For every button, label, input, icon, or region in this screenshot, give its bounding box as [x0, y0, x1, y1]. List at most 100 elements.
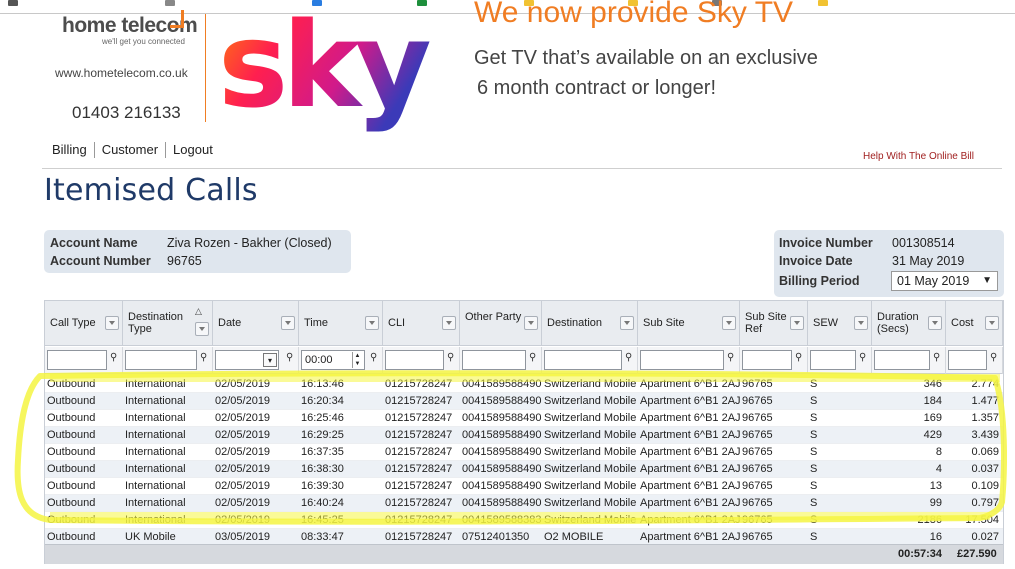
help-link[interactable]: Help With The Online Bill	[863, 151, 974, 162]
filter-icon[interactable]: ⚲	[933, 352, 940, 363]
nav-billing[interactable]: Billing	[45, 142, 95, 158]
cell-call-type: Outbound	[47, 514, 96, 526]
filter-input-cli[interactable]	[385, 350, 444, 370]
filter-input-sew[interactable]	[810, 350, 856, 370]
cell-sub-site-ref: 96765	[742, 412, 773, 424]
column-header-call-type[interactable]: Call Type	[45, 301, 123, 346]
bookmark-icon[interactable]	[312, 0, 322, 6]
table-row[interactable]: Outbound International 02/05/2019 16:37:35 0…	[45, 444, 1003, 461]
cell-duration: 8	[935, 446, 942, 458]
time-spinner-icon[interactable]: ▲ ▼	[352, 352, 362, 368]
column-header-sub-site[interactable]: Sub Site	[638, 301, 740, 346]
column-header-sub-site-ref[interactable]: Sub Site Ref	[740, 301, 808, 346]
column-header-other-party[interactable]: Other Party	[460, 301, 542, 346]
invoice-date-label: Invoice Date	[779, 254, 853, 268]
column-header-cost[interactable]: Cost	[946, 301, 1003, 346]
table-row[interactable]: Outbound International 02/05/2019 16:25:46 0…	[45, 410, 1003, 427]
column-menu-icon[interactable]	[985, 316, 999, 330]
filter-input-call-type[interactable]	[47, 350, 107, 370]
filter-icon[interactable]: ⚲	[110, 352, 117, 363]
filter-icon[interactable]: ⚲	[529, 352, 536, 363]
column-header-time[interactable]: Time	[299, 301, 383, 346]
filter-icon[interactable]: ⚲	[286, 352, 293, 363]
cell-time: 16:39:30	[301, 480, 344, 492]
column-menu-icon[interactable]	[195, 322, 209, 336]
cell-sub-site-ref: 96765	[742, 378, 773, 390]
filter-input-duration[interactable]	[874, 350, 930, 370]
filter-input-destination-type[interactable]	[125, 350, 197, 370]
itemised-calls-grid: Call Type Destination Type △ Date Time CLI Oth…	[44, 300, 1004, 564]
cell-cli: 01215728247	[385, 446, 453, 458]
chevron-down-icon: ▼	[982, 275, 992, 286]
filter-input-time[interactable]: 00:00 ▲ ▼	[301, 350, 365, 370]
filter-icon[interactable]: ⚲	[727, 352, 734, 363]
column-menu-icon[interactable]	[524, 316, 538, 330]
cell-cost: 0.109	[971, 480, 999, 492]
cell-sew: S	[810, 463, 818, 475]
promo-line-2: 6 month contract or longer!	[477, 77, 717, 99]
filter-input-date[interactable]: ▾	[215, 350, 279, 370]
filter-icon[interactable]: ⚲	[447, 352, 454, 363]
cell-destination-type: International	[125, 395, 186, 407]
column-menu-icon[interactable]	[442, 316, 456, 330]
column-menu-icon[interactable]	[928, 316, 942, 330]
table-row[interactable]: Outbound International 02/05/2019 16:39:30 0…	[45, 478, 1003, 495]
date-picker-icon[interactable]: ▾	[263, 353, 277, 367]
cell-sew: S	[810, 514, 818, 526]
column-menu-icon[interactable]	[620, 316, 634, 330]
cell-other-party: 0041589588490	[462, 497, 542, 509]
filter-input-other-party[interactable]	[462, 350, 526, 370]
bookmark-icon[interactable]	[417, 0, 427, 6]
brand-phone: 01403 216133	[72, 103, 181, 122]
column-menu-icon[interactable]	[854, 316, 868, 330]
nav-logout[interactable]: Logout	[166, 142, 220, 158]
filter-input-destination[interactable]	[544, 350, 622, 370]
table-row[interactable]: Outbound International 02/05/2019 16:29:25 0…	[45, 427, 1003, 444]
table-row[interactable]: Outbound International 02/05/2019 16:45:25 0…	[45, 512, 1003, 529]
column-header-sew[interactable]: SEW	[808, 301, 872, 346]
column-header-cli[interactable]: CLI	[383, 301, 460, 346]
cell-time: 16:38:30	[301, 463, 344, 475]
bookmark-icon[interactable]	[8, 0, 18, 6]
column-header-duration[interactable]: Duration (Secs)	[872, 301, 946, 346]
cell-other-party: 0041589588490	[462, 480, 542, 492]
filter-cell-destination: ⚲	[542, 347, 638, 374]
column-header-date[interactable]: Date	[213, 301, 299, 346]
filter-input-sub-site[interactable]	[640, 350, 724, 370]
filter-icon[interactable]: ⚲	[990, 352, 997, 363]
sort-ascending-icon[interactable]: △	[195, 306, 202, 317]
column-header-destination-type[interactable]: Destination Type △	[123, 301, 213, 346]
column-menu-icon[interactable]	[722, 316, 736, 330]
bookmark-icon[interactable]	[818, 0, 828, 6]
nav-customer[interactable]: Customer	[95, 142, 167, 158]
filter-input-sub-site-ref[interactable]	[742, 350, 792, 370]
column-menu-icon[interactable]	[790, 316, 804, 330]
filter-icon[interactable]: ⚲	[859, 352, 866, 363]
filter-icon[interactable]: ⚲	[370, 352, 377, 363]
column-menu-icon[interactable]	[105, 316, 119, 330]
cell-destination-type: International	[125, 463, 186, 475]
billing-period-select[interactable]: 01 May 2019 ▼	[891, 271, 998, 291]
cell-date: 02/05/2019	[215, 463, 271, 475]
table-row[interactable]: Outbound International 02/05/2019 16:13:46 0…	[45, 376, 1003, 393]
table-row[interactable]: Outbound International 02/05/2019 16:20:34 0…	[45, 393, 1003, 410]
column-menu-icon[interactable]	[281, 316, 295, 330]
invoice-number-label: Invoice Number	[779, 236, 873, 250]
filter-input-cost[interactable]	[948, 350, 987, 370]
billing-period-label: Billing Period	[779, 274, 860, 288]
table-row[interactable]: Outbound International 02/05/2019 16:38:30 0…	[45, 461, 1003, 478]
cell-date: 02/05/2019	[215, 446, 271, 458]
brand-logo-mark	[170, 10, 184, 28]
cell-time: 16:37:35	[301, 446, 344, 458]
promo-line-1: Get TV that’s available on an exclusive	[474, 47, 818, 69]
bookmark-icon[interactable]	[165, 0, 175, 6]
table-row[interactable]: Outbound International 02/05/2019 16:40:24 0…	[45, 495, 1003, 512]
column-header-label: Sub Site Ref	[745, 311, 787, 335]
column-header-destination[interactable]: Destination	[542, 301, 638, 346]
filter-icon[interactable]: ⚲	[200, 352, 207, 363]
filter-icon[interactable]: ⚲	[625, 352, 632, 363]
filter-icon[interactable]: ⚲	[795, 352, 802, 363]
column-menu-icon[interactable]	[365, 316, 379, 330]
cell-sub-site-ref: 96765	[742, 497, 773, 509]
cell-call-type: Outbound	[47, 480, 96, 492]
